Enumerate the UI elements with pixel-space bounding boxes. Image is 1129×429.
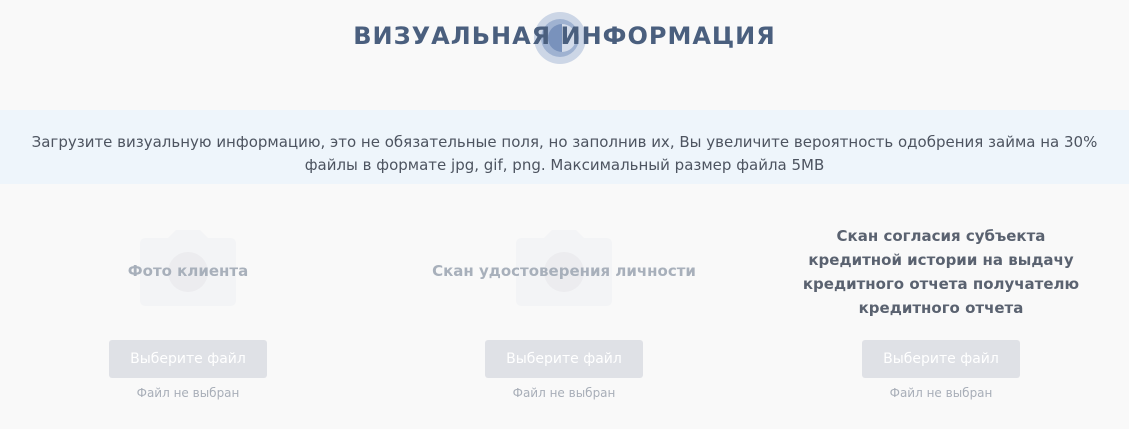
- file-status: Файл не выбран: [512, 386, 616, 400]
- upload-id-scan: Скан удостоверения личности Выберите фай…: [376, 200, 752, 429]
- file-status: Файл не выбран: [136, 386, 240, 400]
- upload-label-line: кредитного отчета получателю: [802, 275, 1080, 293]
- upload-label-line: кредитного отчета: [858, 299, 1024, 317]
- upload-label: Скан согласия субъекта кредитной истории…: [753, 224, 1129, 320]
- choose-file-button[interactable]: Выберите файл: [862, 340, 1020, 378]
- info-banner: Загрузите визуальную информацию, это не …: [0, 110, 1129, 184]
- upload-credit-consent: Скан согласия субъекта кредитной истории…: [753, 200, 1129, 429]
- choose-file-button[interactable]: Выберите файл: [109, 340, 267, 378]
- section-header: ВИЗУАЛЬНАЯ ИНФОРМАЦИЯ: [0, 12, 1129, 64]
- visual-info-section: ВИЗУАЛЬНАЯ ИНФОРМАЦИЯ Загрузите визуальн…: [0, 0, 1129, 429]
- upload-label: Скан удостоверения личности: [432, 262, 696, 280]
- choose-file-button[interactable]: Выберите файл: [485, 340, 643, 378]
- file-format-note: файлы в формате jpg, gif, png. Максималь…: [304, 156, 825, 174]
- upload-label: Фото клиента: [127, 262, 249, 280]
- file-status: Файл не выбран: [889, 386, 993, 400]
- upload-label-line: Скан согласия субъекта: [836, 227, 1046, 245]
- upload-label-line: кредитной истории на выдачу: [808, 251, 1074, 269]
- upload-client-photo: Фото клиента Выберите файл Файл не выбра…: [0, 200, 376, 429]
- page-title: ВИЗУАЛЬНАЯ ИНФОРМАЦИЯ: [353, 22, 776, 50]
- info-text: Загрузите визуальную информацию, это не …: [31, 133, 1098, 151]
